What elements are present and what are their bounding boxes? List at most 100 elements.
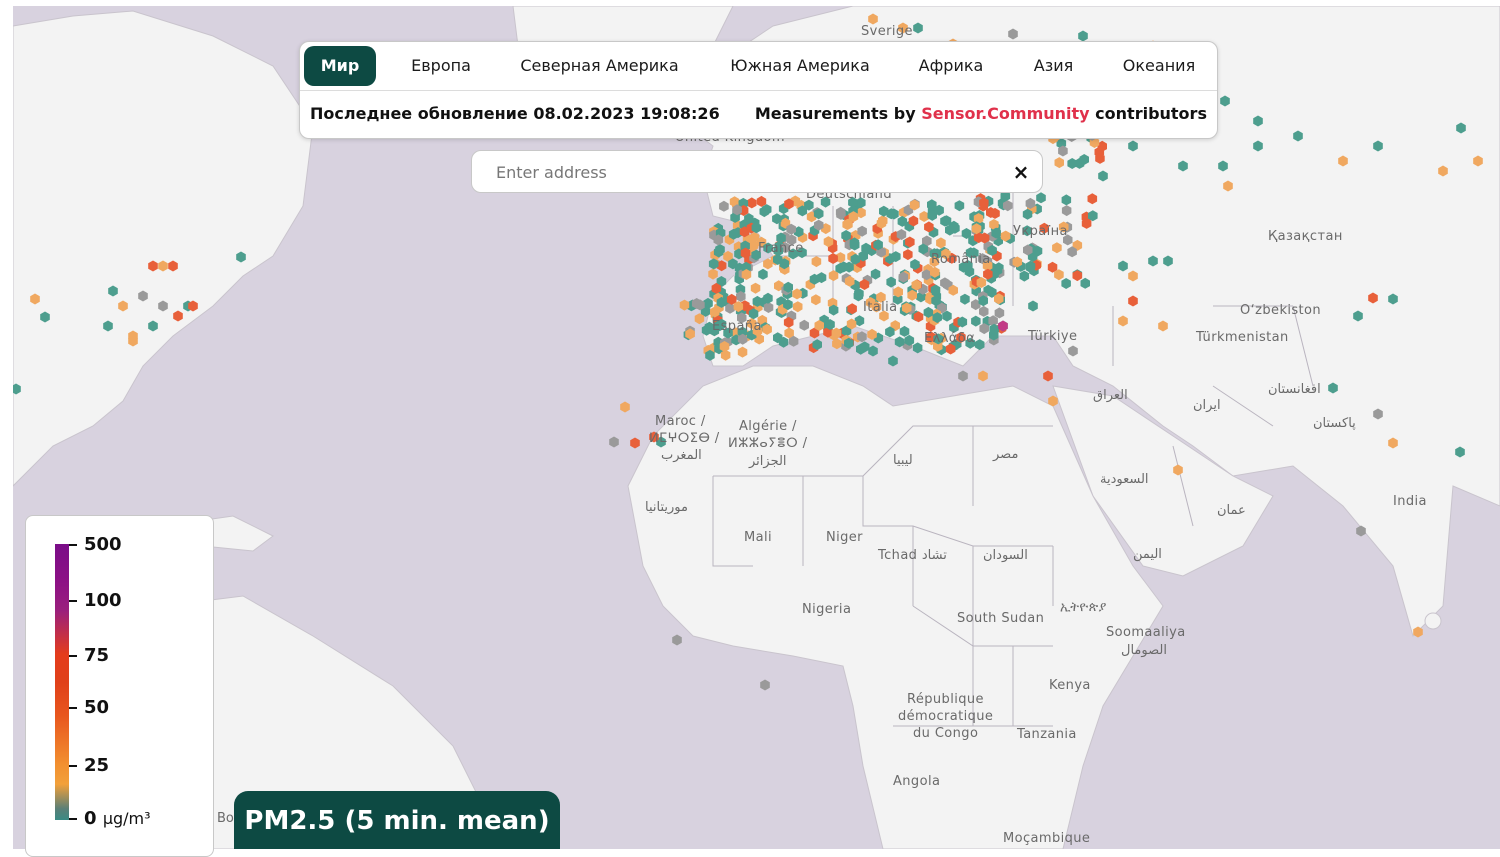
sensor-hexbin[interactable]	[148, 320, 158, 332]
sensor-hexbin[interactable]	[994, 307, 1005, 319]
sensor-hexbin[interactable]	[1052, 242, 1062, 254]
sensor-hexbin[interactable]	[960, 293, 970, 305]
sensor-hexbin[interactable]	[138, 290, 148, 302]
sensor-hexbin[interactable]	[1220, 95, 1230, 107]
metric-selector-button[interactable]: PM2.5 (5 min. mean)	[234, 791, 560, 849]
sensor-hexbin[interactable]	[936, 237, 946, 249]
sensor-hexbin[interactable]	[672, 634, 682, 646]
sensor-hexbin[interactable]	[609, 436, 619, 448]
sensor-hexbin[interactable]	[1054, 157, 1065, 169]
sensor-hexbin[interactable]	[1413, 626, 1423, 638]
sensor-hexbin[interactable]	[913, 22, 923, 34]
sensor-hexbin[interactable]	[1128, 295, 1138, 307]
sensor-hexbin[interactable]	[13, 383, 21, 395]
sensor-hexbin[interactable]	[173, 310, 183, 322]
sensor-hexbin[interactable]	[108, 285, 118, 297]
sensor-hexbin[interactable]	[971, 315, 981, 327]
sensor-hexbin[interactable]	[1163, 255, 1173, 267]
sensor-hexbin[interactable]	[158, 300, 168, 312]
sensor-hexbin[interactable]	[1128, 140, 1138, 152]
sensor-hexbin[interactable]	[1061, 205, 1072, 217]
sensor-hexbin[interactable]	[760, 679, 770, 691]
sensor-hexbin[interactable]	[1118, 260, 1128, 272]
sensor-hexbin[interactable]	[1178, 160, 1188, 172]
sensor-hexbin[interactable]	[1173, 464, 1183, 476]
sensor-hexbin[interactable]	[1223, 180, 1233, 192]
sensor-hexbin[interactable]	[1218, 160, 1228, 172]
sensor-hexbin[interactable]	[811, 256, 822, 268]
sensor-hexbin[interactable]	[1253, 115, 1263, 127]
tab-world[interactable]: Мир	[304, 46, 376, 86]
sensor-hexbin[interactable]	[1061, 278, 1071, 289]
sensor-hexbin[interactable]	[236, 251, 246, 263]
sensor-hexbin[interactable]	[1293, 130, 1303, 142]
tab-africa[interactable]: Африка	[906, 46, 996, 86]
sensor-hexbin[interactable]	[103, 320, 113, 332]
sensor-hexbin[interactable]	[954, 200, 965, 212]
sensor-hexbin[interactable]	[118, 300, 128, 312]
sensor-hexbin[interactable]	[811, 294, 821, 306]
clear-search-icon[interactable]: ×	[1010, 161, 1032, 183]
tab-north-america[interactable]: Северная Америка	[507, 46, 692, 86]
sensor-hexbin[interactable]	[1373, 408, 1383, 420]
sensor-hexbin[interactable]	[1028, 300, 1038, 312]
sensor-hexbin[interactable]	[888, 355, 898, 367]
sensor-hexbin[interactable]	[1008, 28, 1018, 40]
tab-oceania[interactable]: Океания	[1112, 46, 1206, 86]
sensor-hexbin[interactable]	[1373, 140, 1383, 152]
sensor-hexbin[interactable]	[758, 268, 768, 280]
sensor-hexbin[interactable]	[979, 305, 989, 317]
sensor-hexbin[interactable]	[719, 200, 729, 212]
sensor-hexbin[interactable]	[1328, 382, 1338, 394]
sensor-hexbin[interactable]	[1253, 140, 1263, 152]
sensor-hexbin[interactable]	[750, 282, 761, 294]
sensor-hexbin[interactable]	[30, 293, 40, 305]
sensor-hexbin[interactable]	[1388, 437, 1398, 449]
tab-europe[interactable]: Европа	[396, 46, 486, 86]
sensor-hexbin[interactable]	[1061, 194, 1072, 206]
sensor-hexbin[interactable]	[1128, 270, 1138, 282]
sensor-hexbin[interactable]	[919, 211, 929, 222]
sensor-hexbin[interactable]	[168, 260, 178, 272]
sensor-hexbin[interactable]	[1473, 155, 1483, 167]
sensor-hexbin[interactable]	[1368, 292, 1378, 304]
sensor-hexbin[interactable]	[1080, 277, 1091, 289]
tab-asia[interactable]: Азия	[1016, 46, 1091, 86]
sensor-hexbin[interactable]	[958, 370, 968, 382]
sensor-hexbin[interactable]	[737, 346, 748, 358]
sensor-hexbin[interactable]	[1098, 170, 1108, 182]
sensor-hexbin[interactable]	[1456, 122, 1466, 134]
sensor-hexbin[interactable]	[1455, 446, 1465, 458]
sensor-hexbin[interactable]	[1148, 255, 1158, 267]
sensor-hexbin[interactable]	[1043, 370, 1053, 382]
sensor-hexbin[interactable]	[40, 311, 50, 323]
sensor-hexbin[interactable]	[747, 197, 757, 209]
sensor-hexbin[interactable]	[1388, 293, 1398, 305]
sensor-community-link[interactable]: Sensor.Community	[921, 104, 1089, 123]
sensor-hexbin[interactable]	[1338, 155, 1348, 167]
sensor-hexbin[interactable]	[1068, 345, 1078, 357]
sensor-hexbin[interactable]	[799, 319, 810, 331]
sensor-hexbin[interactable]	[1158, 320, 1168, 332]
sensor-hexbin[interactable]	[868, 13, 878, 25]
sensor-hexbin[interactable]	[1078, 30, 1088, 42]
sensor-hexbin[interactable]	[903, 249, 913, 261]
sensor-hexbin[interactable]	[912, 342, 923, 354]
sensor-hexbin[interactable]	[1356, 525, 1366, 537]
sensor-hexbin[interactable]	[1438, 165, 1448, 177]
sensor-hexbin[interactable]	[870, 268, 881, 280]
sensor-hexbin[interactable]	[1118, 315, 1128, 327]
sensor-hexbin[interactable]	[1019, 270, 1030, 282]
sensor-hexbin[interactable]	[793, 301, 803, 313]
sensor-hexbin[interactable]	[1353, 310, 1363, 322]
sensor-hexbin[interactable]	[1048, 395, 1058, 407]
sensor-hexbin[interactable]	[620, 401, 630, 413]
address-search-input[interactable]	[494, 151, 998, 194]
sensor-hexbin[interactable]	[899, 325, 910, 337]
sensor-hexbin[interactable]	[886, 276, 896, 288]
sensor-hexbin[interactable]	[708, 268, 718, 280]
sensor-hexbin[interactable]	[148, 260, 158, 272]
sensor-hexbin[interactable]	[1036, 192, 1046, 204]
sensor-hexbin[interactable]	[158, 260, 168, 272]
sensor-hexbin[interactable]	[1087, 193, 1098, 205]
